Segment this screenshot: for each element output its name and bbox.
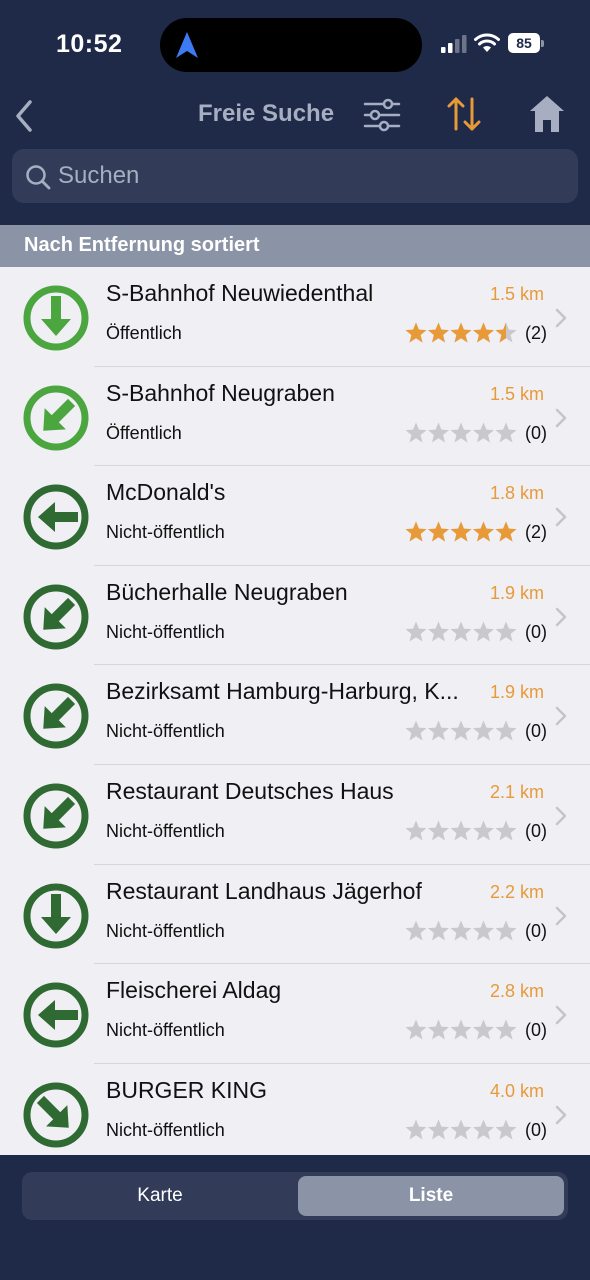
list-item[interactable]: S-Bahnhof Neuwiedenthal 1.5 km Öffentlich (… [0,267,590,367]
item-distance: 1.5 km [489,284,544,304]
cellular-signal-icon [441,35,467,53]
direction-arrow-icon [23,385,89,451]
chevron-right-icon [555,707,567,726]
item-name: BURGER KING [106,1076,268,1103]
item-access: Nicht-öffentlich [106,721,225,742]
wifi-icon [474,33,500,52]
bottom-bar: Karte Liste [0,1155,590,1280]
item-access: Nicht-öffentlich [106,1020,225,1041]
tab-list[interactable]: Liste [298,1176,564,1216]
item-distance: 2.1 km [489,781,544,802]
item-distance: 2.8 km [489,981,544,1002]
direction-arrow-icon [23,883,89,949]
list-item[interactable]: McDonald's 1.8 km Nicht-öffentlich (2) [0,466,590,566]
location-list: S-Bahnhof Neuwiedenthal 1.5 km Öffentlich (… [0,267,590,1155]
item-access: Nicht-öffentlich [106,621,225,642]
search-bar [12,149,578,203]
item-access: Nicht-öffentlich [106,820,225,841]
list-item[interactable]: Fleischerei Aldag 2.8 km Nicht-öffentlich (… [0,964,590,1064]
rating-count: (2) [525,522,547,543]
item-name: Bezirksamt Hamburg-Harburg, K... [106,678,459,705]
direction-arrow-icon [23,584,89,650]
rating-stars [405,820,517,841]
rating-count: (0) [525,920,547,941]
sort-arrows-icon[interactable] [444,95,484,133]
battery-icon: 85 [508,33,544,53]
list-item[interactable]: Bücherhalle Neugraben 1.9 km Nicht-öffentl… [0,566,590,666]
rating-stars [405,322,517,343]
rating-count: (0) [525,820,547,841]
item-distance: 4.0 km [489,1080,544,1101]
view-segmented-control: Karte Liste [22,1172,568,1220]
list-item[interactable]: Restaurant Deutsches Haus 2.1 km Nicht-öff… [0,765,590,865]
chevron-right-icon [555,308,567,328]
list-item[interactable]: BURGER KING 4.0 km Nicht-öffentlich (0) [0,1064,590,1155]
rating-stars [405,720,517,741]
direction-arrow-icon [23,484,89,550]
item-access: Öffentlich [106,323,182,343]
chevron-right-icon [555,1005,567,1025]
item-name: Restaurant Landhaus Jägerhof [106,877,422,904]
direction-arrow-icon [23,982,89,1048]
item-distance: 2.2 km [489,881,544,902]
rating-count: (2) [525,323,547,343]
status-time: 10:52 [56,30,123,58]
direction-arrow-icon [23,1082,89,1148]
chevron-left-icon[interactable] [10,96,40,136]
item-access: Nicht-öffentlich [106,1119,225,1140]
item-distance: 1.9 km [489,582,544,603]
direction-arrow-icon [23,783,89,849]
search-input[interactable] [58,149,558,203]
navigation-bar: Freie Suche [0,88,590,144]
search-icon [26,165,51,190]
item-distance: 1.5 km [489,383,544,404]
page-title: Freie Suche [198,100,335,127]
location-arrow-icon [176,32,198,58]
item-name: McDonald's [106,479,226,506]
battery-level: 85 [508,33,540,53]
rating-count: (0) [525,621,547,642]
item-name: Bücherhalle Neugraben [106,578,348,605]
section-header: Nach Entfernung sortiert [0,225,590,267]
chevron-right-icon [555,507,567,527]
rating-stars [405,920,517,941]
direction-arrow-icon [23,683,89,749]
item-name: S-Bahnhof Neugraben [106,379,335,406]
chevron-right-icon [555,806,567,826]
list-item[interactable]: Restaurant Landhaus Jägerhof 2.2 km Nicht-… [0,865,590,965]
rating-count: (0) [525,1119,547,1140]
status-bar: 10:52 85 [0,0,590,90]
item-access: Nicht-öffentlich [106,920,225,941]
rating-stars [405,1019,517,1040]
rating-count: (0) [525,721,547,742]
chevron-right-icon [555,906,567,925]
rating-stars [405,422,517,443]
item-distance: 1.9 km [489,682,544,703]
item-name: Restaurant Deutsches Haus [106,777,394,804]
rating-stars [405,621,517,642]
list-item[interactable]: S-Bahnhof Neugraben 1.5 km Öffentlich (0) [0,367,590,467]
chevron-right-icon [555,607,567,627]
rating-count: (0) [525,422,547,443]
item-name: Fleischerei Aldag [106,977,282,1004]
item-distance: 1.8 km [489,483,544,504]
list-item[interactable]: Bezirksamt Hamburg-Harburg, K... 1.9 km Ni… [0,665,590,765]
direction-arrow-icon [23,285,89,351]
section-title: Nach Entfernung sortiert [24,234,260,256]
item-access: Nicht-öffentlich [106,522,225,543]
chevron-right-icon [555,1105,567,1124]
rating-stars [405,521,517,542]
sliders-icon[interactable] [362,97,402,133]
chevron-right-icon [555,408,567,427]
rating-stars [405,1119,517,1140]
home-icon[interactable] [528,94,566,134]
item-access: Öffentlich [106,422,182,443]
item-name: S-Bahnhof Neuwiedenthal [106,280,374,306]
tab-map[interactable]: Karte [26,1176,294,1216]
rating-count: (0) [525,1020,547,1041]
